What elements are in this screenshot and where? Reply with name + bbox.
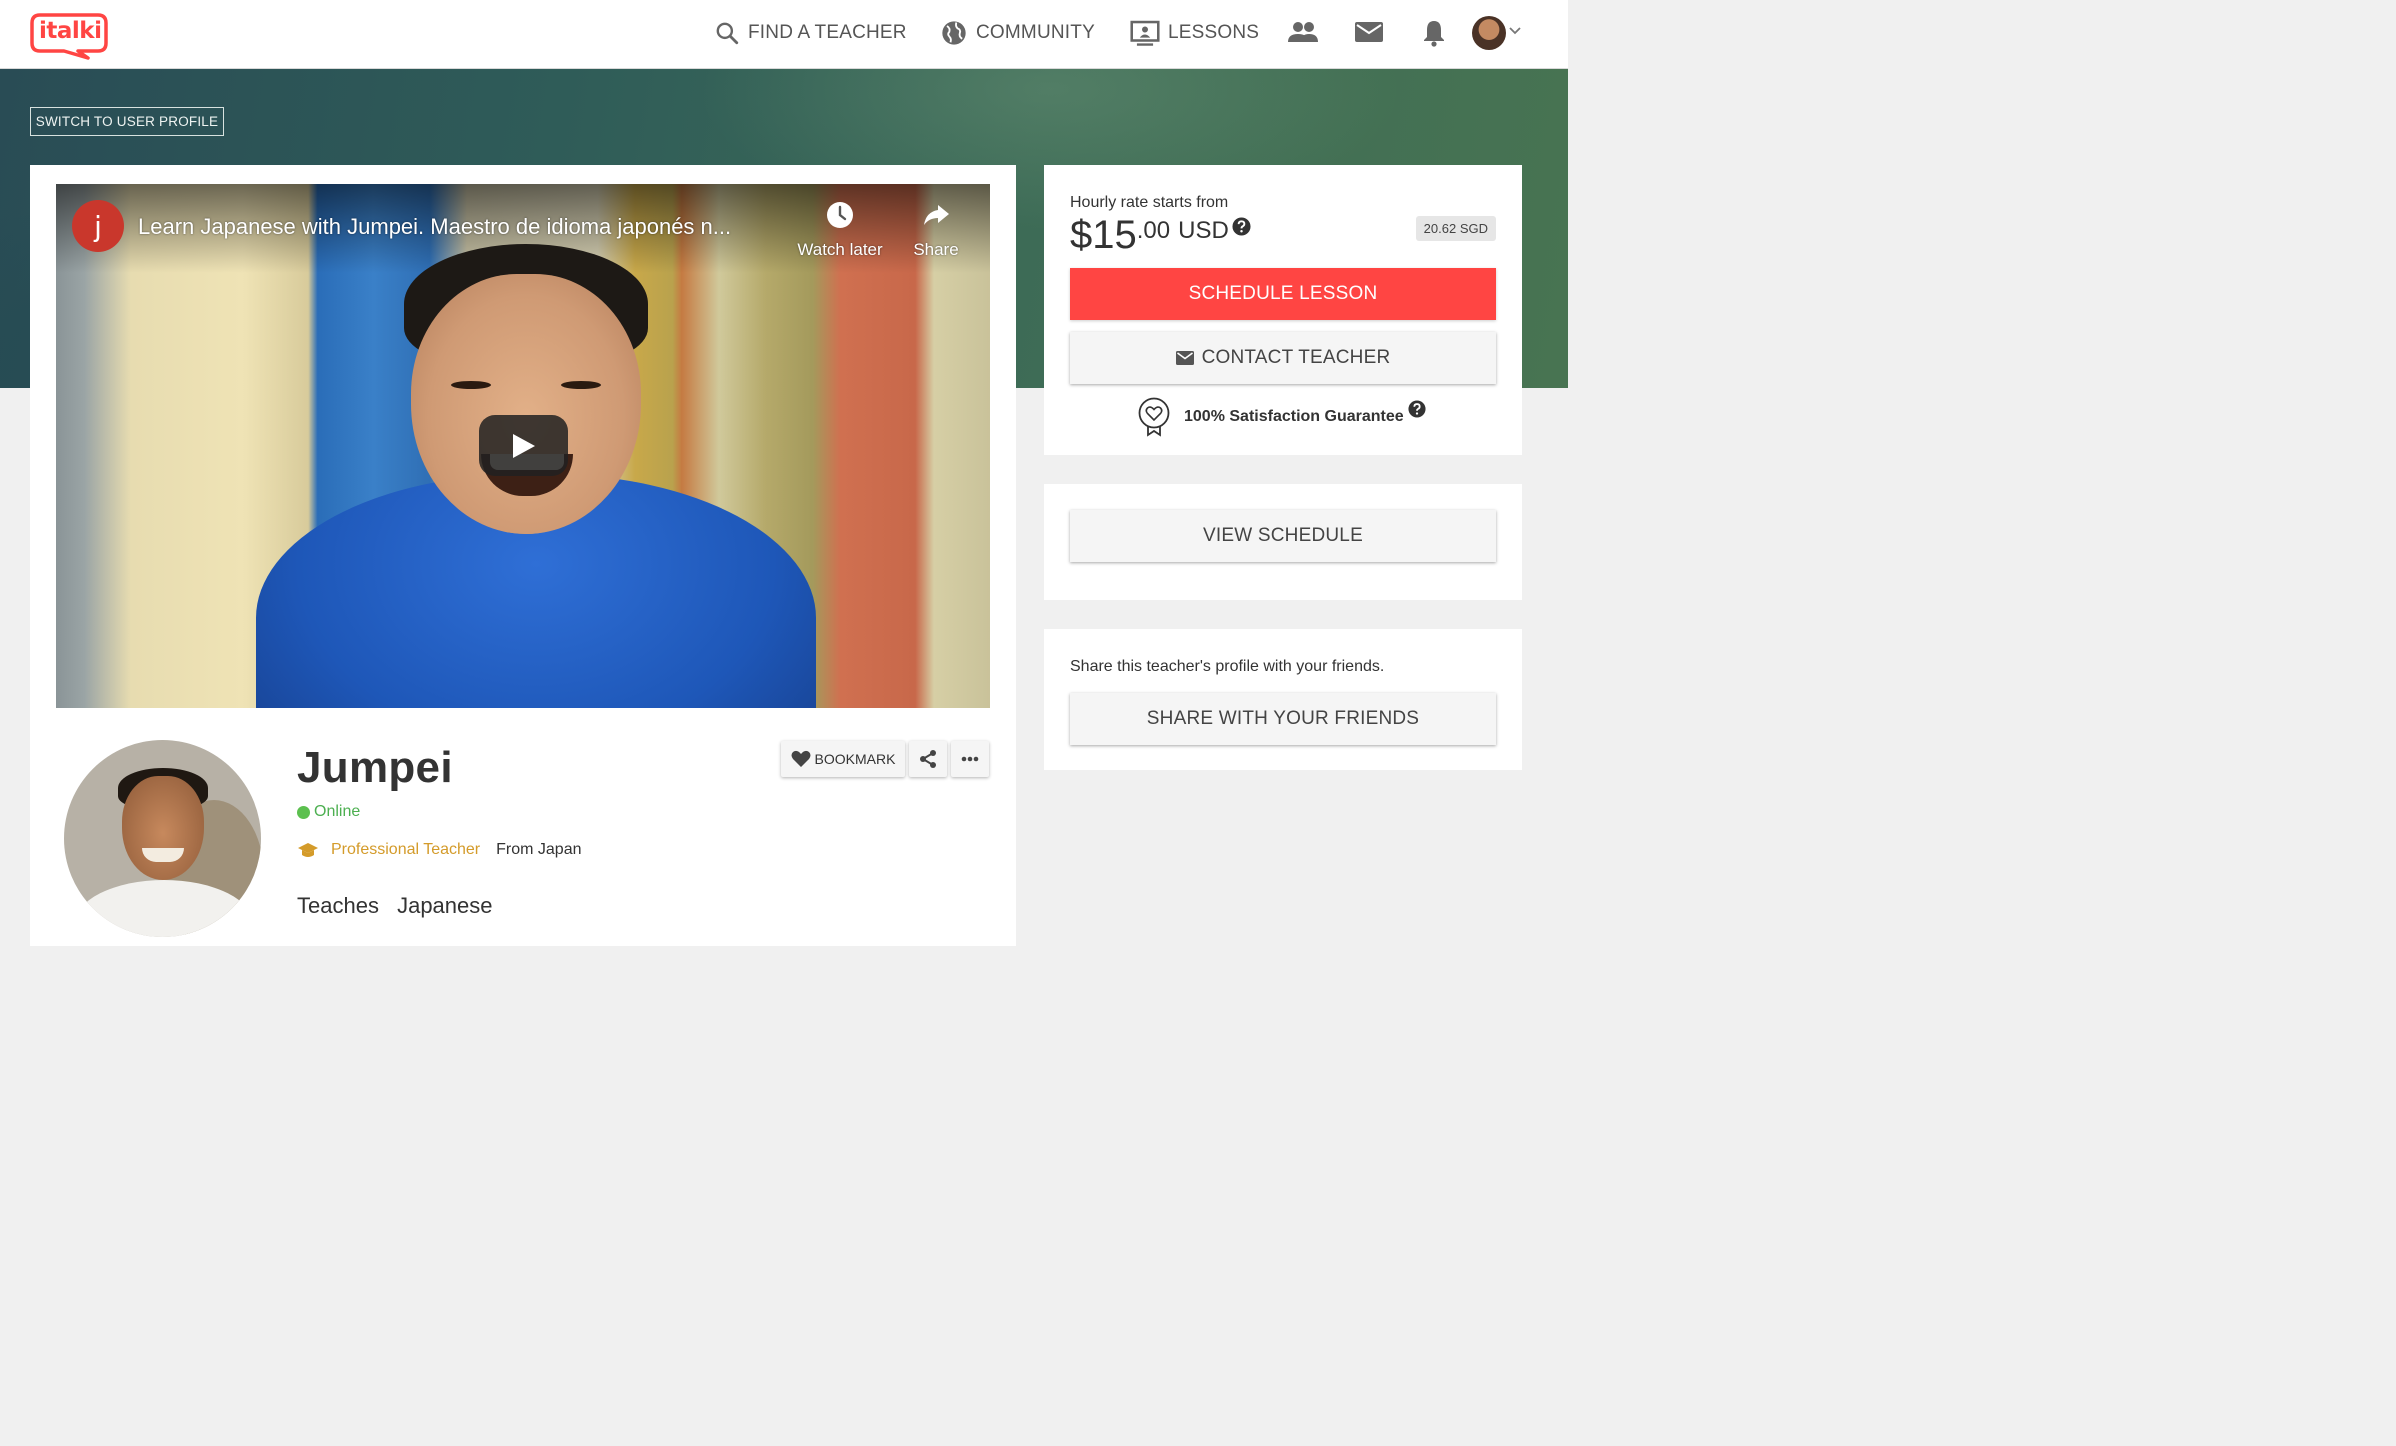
price-currency: USD (1178, 217, 1229, 244)
nav-lessons[interactable]: LESSONS (1130, 18, 1259, 48)
video-share-button[interactable]: Share (886, 200, 986, 260)
share-nodes-icon (920, 750, 936, 768)
chevron-down-icon[interactable] (1508, 23, 1522, 41)
top-navbar: italki FIND A TEACHER COMMUNITY LESSONS (0, 0, 1568, 69)
teaches-language: Japanese (397, 893, 493, 918)
help-icon[interactable] (1232, 217, 1251, 241)
watch-later-button[interactable]: Watch later (790, 200, 890, 260)
guarantee-label: 100% Satisfaction Guarantee (1184, 408, 1404, 425)
contact-teacher-button[interactable]: CONTACT TEACHER (1070, 332, 1496, 384)
share-profile-button[interactable] (909, 741, 947, 777)
video-title[interactable]: Learn Japanese with Jumpei. Maestro de i… (138, 214, 778, 240)
search-icon (716, 22, 739, 45)
teacher-profile-card: j Learn Japanese with Jumpei. Maestro de… (30, 165, 1016, 946)
heart-badge-icon (1138, 397, 1170, 437)
user-avatar[interactable] (1472, 16, 1506, 50)
online-status: Online (297, 803, 360, 821)
schedule-card: VIEW SCHEDULE (1044, 484, 1522, 600)
price: $15 .00 USD (1070, 213, 1251, 258)
switch-to-user-profile-button[interactable]: SWITCH TO USER PROFILE (30, 107, 224, 136)
more-dots-icon (961, 756, 979, 762)
teacher-name: Jumpei (297, 743, 453, 792)
people-icon[interactable] (1287, 19, 1319, 52)
video-person-eye (451, 381, 491, 389)
heart-icon (791, 750, 811, 767)
teacher-meta: Professional Teacher From Japan (297, 841, 582, 859)
teacher-type: Professional Teacher (331, 841, 481, 858)
video-person-eye (561, 381, 601, 389)
logo-text: italki (39, 18, 102, 44)
watch-later-label: Watch later (797, 240, 883, 259)
globe-icon (942, 21, 966, 45)
online-status-label: Online (314, 803, 361, 820)
share-card: Share this teacher's profile with your f… (1044, 629, 1522, 770)
mail-icon[interactable] (1354, 19, 1384, 50)
teacher-origin: From Japan (496, 841, 582, 858)
nav-find-teacher[interactable]: FIND A TEACHER (714, 18, 907, 48)
intro-video[interactable]: j Learn Japanese with Jumpei. Maestro de… (56, 184, 990, 708)
share-with-friends-button[interactable]: SHARE WITH YOUR FRIENDS (1070, 693, 1496, 745)
envelope-icon (1175, 351, 1194, 365)
rate-label: Hourly rate starts from (1070, 194, 1229, 211)
contact-teacher-label: CONTACT TEACHER (1201, 347, 1391, 368)
share-text: Share this teacher's profile with your f… (1070, 658, 1385, 675)
online-dot-icon (297, 805, 310, 819)
bookmark-button[interactable]: BOOKMARK (781, 741, 905, 777)
play-icon (512, 433, 535, 458)
teaches-label: Teaches (297, 893, 379, 918)
satisfaction-guarantee: 100% Satisfaction Guarantee (1136, 397, 1426, 437)
play-button[interactable] (479, 415, 568, 476)
video-share-label: Share (913, 240, 959, 259)
italki-logo[interactable]: italki (30, 12, 108, 60)
more-options-button[interactable] (951, 741, 989, 777)
nav-community-label: COMMUNITY (976, 22, 1095, 43)
view-schedule-button[interactable]: VIEW SCHEDULE (1070, 510, 1496, 562)
share-arrow-icon (924, 205, 949, 225)
teacher-avatar (64, 740, 261, 937)
nav-community[interactable]: COMMUNITY (940, 18, 1095, 48)
graduation-cap-icon (298, 843, 318, 857)
lessons-screen-icon (1130, 20, 1160, 46)
bookmark-label: BOOKMARK (814, 751, 896, 767)
schedule-lesson-button[interactable]: SCHEDULE LESSON (1070, 268, 1496, 320)
clock-icon (827, 202, 853, 228)
converted-price-badge: 20.62 SGD (1415, 216, 1496, 241)
bell-icon[interactable] (1421, 19, 1447, 52)
price-whole: $15 (1070, 213, 1137, 257)
teaches-languages: Teaches Japanese (297, 893, 493, 919)
price-cents: .00 (1136, 217, 1171, 244)
avatar-face (122, 776, 204, 880)
channel-avatar[interactable]: j (72, 200, 124, 252)
nav-find-teacher-label: FIND A TEACHER (748, 22, 907, 43)
nav-lessons-label: LESSONS (1168, 22, 1260, 43)
pricing-card: Hourly rate starts from $15 .00 USD 20.6… (1044, 165, 1522, 455)
guarantee-help-icon[interactable] (1408, 399, 1426, 423)
